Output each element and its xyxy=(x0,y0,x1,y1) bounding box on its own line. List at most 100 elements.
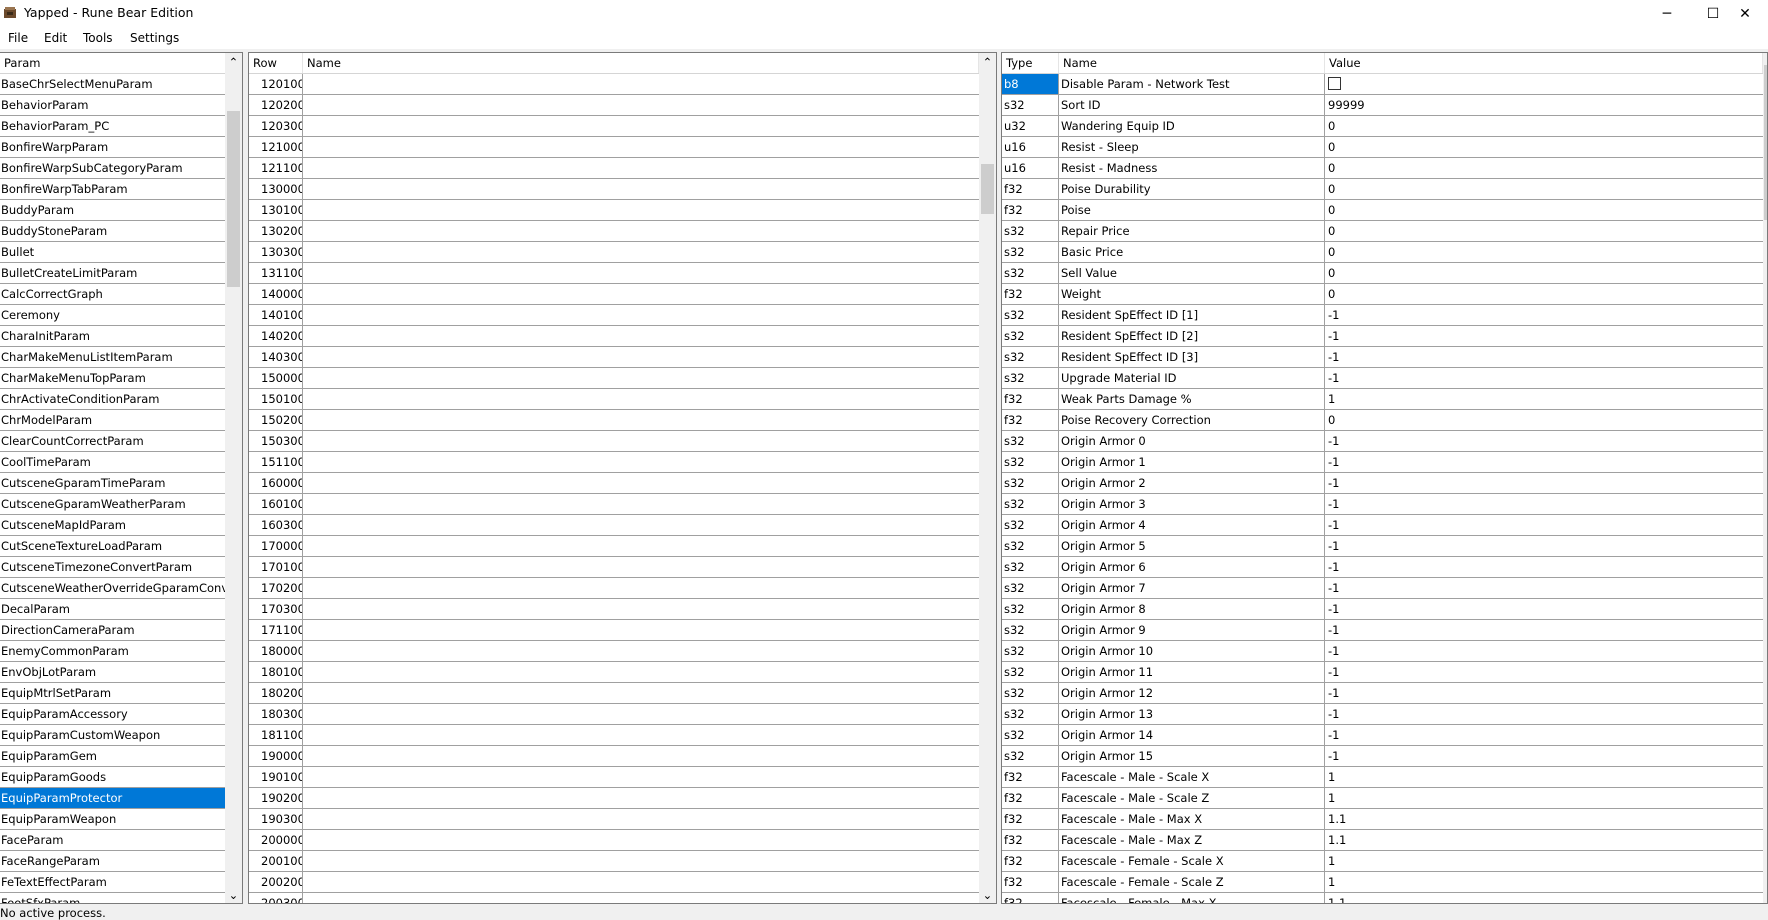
table-row[interactable]: 151100 xyxy=(249,452,979,473)
table-row[interactable]: 150300 xyxy=(249,431,979,452)
table-row[interactable]: 140200 xyxy=(249,326,979,347)
minimize-button[interactable]: ─ xyxy=(1644,0,1690,27)
field-value-cell[interactable]: 1 xyxy=(1325,788,1763,808)
field-row[interactable]: s32 Sell Value 0 xyxy=(1002,263,1763,284)
param-list-item[interactable]: EquipParamGem xyxy=(0,746,226,767)
param-list-item[interactable]: BonfireWarpParam xyxy=(0,137,226,158)
table-row[interactable]: 180200 xyxy=(249,683,979,704)
params-scrollbar[interactable]: ⌃ ⌄ xyxy=(225,53,242,903)
param-list-item[interactable]: BonfireWarpSubCategoryParam xyxy=(0,158,226,179)
field-value-cell[interactable]: -1 xyxy=(1325,704,1763,724)
table-row[interactable]: 150200 xyxy=(249,410,979,431)
field-row[interactable]: f32 Poise 0 xyxy=(1002,200,1763,221)
field-row[interactable]: s32 Origin Armor 3 -1 xyxy=(1002,494,1763,515)
param-list-item[interactable]: CutsceneGparamTimeParam xyxy=(0,473,226,494)
field-row[interactable]: f32 Facescale - Female - Max X 1.1 xyxy=(1002,893,1763,903)
table-row[interactable]: 120300 xyxy=(249,116,979,137)
param-column-header[interactable]: Param xyxy=(0,53,226,73)
param-list-item[interactable]: EnemyCommonParam xyxy=(0,641,226,662)
table-row[interactable]: 170200 xyxy=(249,578,979,599)
table-row[interactable]: 160300 xyxy=(249,515,979,536)
scroll-down-icon[interactable]: ⌄ xyxy=(225,886,242,903)
field-row[interactable]: f32 Facescale - Male - Max Z 1.1 xyxy=(1002,830,1763,851)
param-list-item[interactable]: FootSfxParam xyxy=(0,893,226,903)
field-row[interactable]: s32 Origin Armor 15 -1 xyxy=(1002,746,1763,767)
table-row[interactable]: 120200 xyxy=(249,95,979,116)
params-scroll-thumb[interactable] xyxy=(227,111,240,287)
field-row[interactable]: s32 Origin Armor 7 -1 xyxy=(1002,578,1763,599)
field-row[interactable]: u16 Resist - Madness 0 xyxy=(1002,158,1763,179)
field-value-cell[interactable]: 99999 xyxy=(1325,95,1763,115)
table-row[interactable]: 140100 xyxy=(249,305,979,326)
param-list-item[interactable]: CutSceneTextureLoadParam xyxy=(0,536,226,557)
field-value-cell[interactable]: 0 xyxy=(1325,137,1763,157)
param-list-item[interactable]: BaseChrSelectMenuParam xyxy=(0,74,226,95)
table-row[interactable]: 170100 xyxy=(249,557,979,578)
menu-file[interactable]: File xyxy=(8,31,28,45)
scroll-up-icon[interactable]: ⌃ xyxy=(979,53,996,70)
param-list-item[interactable]: EquipMtrlSetParam xyxy=(0,683,226,704)
field-row[interactable]: u16 Resist - Sleep 0 xyxy=(1002,137,1763,158)
field-row[interactable]: s32 Resident SpEffect ID [2] -1 xyxy=(1002,326,1763,347)
rows-scrollbar[interactable]: ⌃ ⌄ xyxy=(979,53,996,903)
field-row[interactable]: s32 Upgrade Material ID -1 xyxy=(1002,368,1763,389)
table-row[interactable]: 190100 xyxy=(249,767,979,788)
field-value-cell[interactable]: 0 xyxy=(1325,221,1763,241)
table-row[interactable]: 130100 xyxy=(249,200,979,221)
param-list-item[interactable]: CharaInitParam xyxy=(0,326,226,347)
field-row[interactable]: s32 Sort ID 99999 xyxy=(1002,95,1763,116)
field-row[interactable]: s32 Resident SpEffect ID [3] -1 xyxy=(1002,347,1763,368)
field-row[interactable]: s32 Origin Armor 2 -1 xyxy=(1002,473,1763,494)
param-list-item[interactable]: Bullet xyxy=(0,242,226,263)
table-row[interactable]: 190200 xyxy=(249,788,979,809)
param-list-item[interactable]: CutsceneGparamWeatherParam xyxy=(0,494,226,515)
param-list-item[interactable]: BuddyParam xyxy=(0,200,226,221)
field-row[interactable]: f32 Facescale - Male - Scale Z1 xyxy=(1002,788,1763,809)
table-row[interactable]: 121100 xyxy=(249,158,979,179)
field-row[interactable]: s32 Origin Armor 0 -1 xyxy=(1002,431,1763,452)
field-value-cell[interactable]: -1 xyxy=(1325,347,1763,367)
field-value-cell[interactable]: -1 xyxy=(1325,431,1763,451)
param-list-item[interactable]: ClearCountCorrectParam xyxy=(0,431,226,452)
field-value-cell[interactable]: 1.1 xyxy=(1325,809,1763,829)
field-value-cell[interactable]: 0 xyxy=(1325,242,1763,262)
menu-settings[interactable]: Settings xyxy=(130,31,179,45)
field-row[interactable]: f32 Poise Recovery Correction 0 xyxy=(1002,410,1763,431)
field-value-cell[interactable]: -1 xyxy=(1325,746,1763,766)
field-row[interactable]: s32 Origin Armor 5 -1 xyxy=(1002,536,1763,557)
table-row[interactable]: 130000 xyxy=(249,179,979,200)
table-row[interactable]: 121000 xyxy=(249,137,979,158)
table-row[interactable]: 190300 xyxy=(249,809,979,830)
field-value-cell[interactable]: -1 xyxy=(1325,599,1763,619)
table-row[interactable]: 160100 xyxy=(249,494,979,515)
close-button[interactable]: ✕ xyxy=(1722,0,1768,27)
field-value-cell[interactable]: 1 xyxy=(1325,872,1763,892)
table-row[interactable]: 140000 xyxy=(249,284,979,305)
scroll-down-icon[interactable]: ⌄ xyxy=(979,886,996,903)
param-list-item[interactable]: EquipParamGoods xyxy=(0,767,226,788)
value-column-header[interactable]: Value xyxy=(1325,53,1763,73)
type-column-header[interactable]: Type xyxy=(1002,53,1059,73)
param-list-item[interactable]: CharMakeMenuListItemParam xyxy=(0,347,226,368)
field-value-cell[interactable]: -1 xyxy=(1325,452,1763,472)
value-checkbox[interactable] xyxy=(1328,77,1341,90)
table-row[interactable]: 170000 xyxy=(249,536,979,557)
field-row[interactable]: s32 Origin Armor 4 -1 xyxy=(1002,515,1763,536)
field-value-cell[interactable]: 1.1 xyxy=(1325,830,1763,850)
fields-scroll-thumb[interactable] xyxy=(1764,65,1767,220)
field-row[interactable]: f32 Weak Parts Damage % 1 xyxy=(1002,389,1763,410)
table-row[interactable]: 180300 xyxy=(249,704,979,725)
field-value-cell[interactable]: 0 xyxy=(1325,284,1763,304)
fields-scrollbar[interactable] xyxy=(1763,53,1767,903)
field-value-cell[interactable]: -1 xyxy=(1325,557,1763,577)
table-row[interactable]: 170300 xyxy=(249,599,979,620)
field-value-cell[interactable]: 0 xyxy=(1325,179,1763,199)
param-list-item[interactable]: DecalParam xyxy=(0,599,226,620)
field-row[interactable]: s32 Basic Price 0 xyxy=(1002,242,1763,263)
field-value-cell[interactable]: 1 xyxy=(1325,851,1763,871)
field-row[interactable]: s32 Origin Armor 9 -1 xyxy=(1002,620,1763,641)
field-row[interactable]: s32 Origin Armor 14 -1 xyxy=(1002,725,1763,746)
menu-edit[interactable]: Edit xyxy=(44,31,67,45)
field-value-cell[interactable]: 0 xyxy=(1325,410,1763,430)
param-list-item[interactable]: FeTextEffectParam xyxy=(0,872,226,893)
